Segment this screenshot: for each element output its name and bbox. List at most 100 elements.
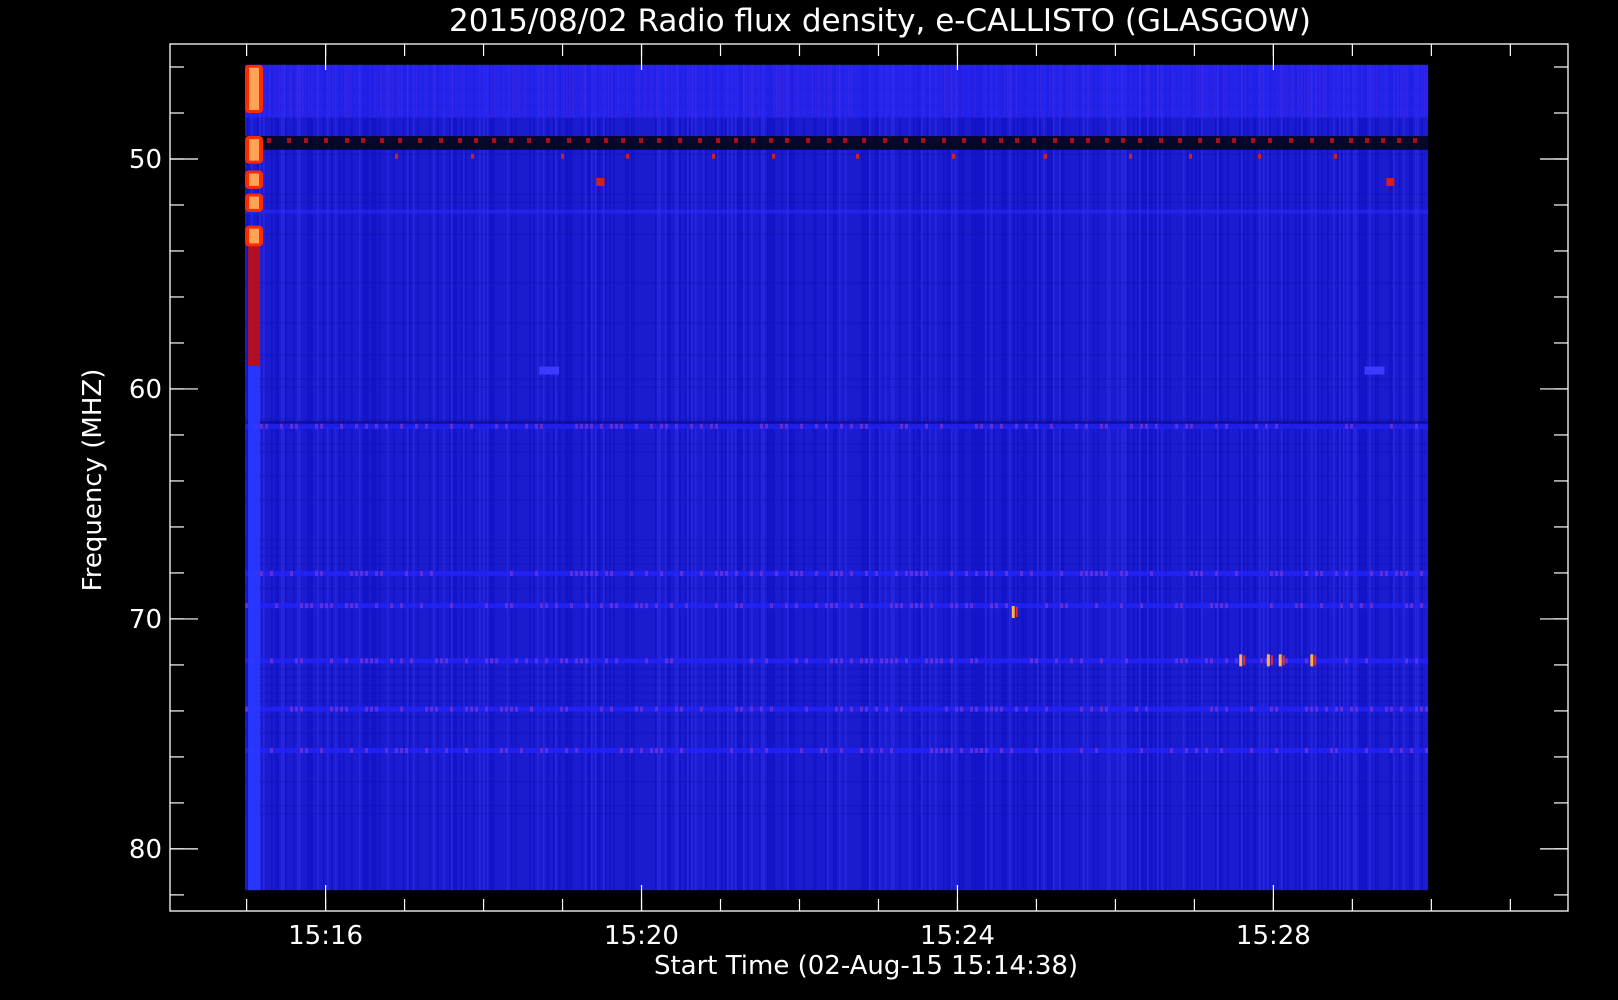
- noise-column: [627, 64, 629, 891]
- noise-column: [473, 64, 475, 891]
- rfi-dash: [860, 603, 864, 609]
- noise-column: [277, 64, 279, 891]
- noise-column: [1363, 64, 1365, 891]
- noise-row: [245, 668, 1429, 670]
- noise-row: [245, 700, 1429, 702]
- noise-row: [245, 547, 1429, 549]
- noise-column: [483, 64, 485, 891]
- noise-column: [1021, 64, 1023, 891]
- noise-column: [979, 64, 981, 891]
- spike: [1011, 606, 1015, 619]
- rfi-dash: [410, 658, 414, 664]
- rfi-dash: [1400, 748, 1404, 754]
- rfi-dash: [880, 658, 884, 664]
- noise-column: [1143, 64, 1145, 891]
- upper-band-stripe: [344, 64, 346, 118]
- rfi-dash: [1350, 603, 1354, 609]
- upper-band-stripe: [1214, 64, 1216, 118]
- noise-column: [1005, 64, 1007, 891]
- rfi-dash: [990, 706, 994, 712]
- dark-band-dash: [304, 137, 309, 143]
- dark-band-dash: [639, 137, 644, 143]
- rfi-dash: [1370, 603, 1374, 609]
- rfi-dash: [935, 748, 939, 754]
- rfi-dash: [320, 570, 324, 576]
- noise-column: [973, 64, 975, 891]
- upper-band-stripe: [815, 64, 817, 118]
- rfi-dash: [740, 706, 744, 712]
- dark-band-dash: [769, 137, 774, 143]
- upper-band-stripe: [788, 64, 790, 118]
- rfi-dash: [1100, 706, 1104, 712]
- rfi-dash: [795, 603, 799, 609]
- rfi-dash: [1080, 570, 1084, 576]
- upper-band-stripe: [1292, 64, 1294, 118]
- rfi-dash: [270, 658, 274, 664]
- noise-column: [463, 64, 465, 891]
- upper-band-stripe: [776, 64, 778, 118]
- rfi-dash: [1370, 706, 1374, 712]
- upper-band-stripe: [1370, 64, 1372, 118]
- x-tick-label: 15:28: [1236, 921, 1311, 951]
- rfi-dash: [365, 706, 369, 712]
- noise-column: [511, 64, 513, 891]
- rfi-dash: [345, 658, 349, 664]
- rfi-dash: [675, 423, 679, 429]
- rfi-dash: [575, 658, 579, 664]
- rfi-dash: [785, 603, 789, 609]
- noise-column: [1059, 64, 1061, 891]
- upper-band-stripe: [1061, 64, 1063, 118]
- rfi-dash: [1305, 706, 1309, 712]
- noise-column: [715, 64, 717, 891]
- noise-column: [571, 64, 573, 891]
- noise-column: [1121, 64, 1123, 891]
- rfi-dash: [545, 658, 549, 664]
- rfi-dash: [580, 658, 584, 664]
- rfi-dash: [420, 570, 424, 576]
- dark-band-dash: [1198, 137, 1203, 143]
- rfi-dash: [750, 748, 754, 754]
- rfi-dash: [475, 706, 479, 712]
- rfi-dash: [1155, 423, 1159, 429]
- rfi-dash: [875, 706, 879, 712]
- noise-column: [731, 64, 733, 891]
- rfi-dash: [1295, 603, 1299, 609]
- rfi-dash: [840, 748, 844, 754]
- upper-band-stripe: [1298, 64, 1300, 118]
- rfi-dash: [840, 423, 844, 429]
- upper-band-stripe: [692, 64, 694, 118]
- rfi-dash: [605, 570, 609, 576]
- rfi-dash: [1030, 570, 1034, 576]
- upper-band-stripe: [752, 64, 754, 118]
- noise-column: [555, 64, 557, 891]
- rfi-dash: [1190, 570, 1194, 576]
- rfi-dash: [930, 603, 934, 609]
- noise-column: [529, 64, 531, 891]
- burst-blue-tail: [248, 365, 261, 891]
- rfi-dash: [1355, 706, 1359, 712]
- rfi-dash: [885, 658, 889, 664]
- upper-band-stripe: [311, 64, 313, 118]
- upper-band-stripe: [302, 64, 304, 118]
- noise-column: [293, 64, 295, 891]
- upper-band-stripe: [635, 64, 637, 118]
- rfi-dash: [1365, 748, 1369, 754]
- rfi-dash: [600, 603, 604, 609]
- upper-band-stripe: [773, 64, 775, 118]
- rfi-dash: [1135, 706, 1139, 712]
- rfi-dash: [1280, 570, 1284, 576]
- noise-column: [955, 64, 957, 891]
- noise-column: [533, 64, 535, 891]
- noise-column: [1139, 64, 1141, 891]
- rfi-dash: [505, 603, 509, 609]
- rfi-dash: [495, 658, 499, 664]
- rfi-dash: [1105, 423, 1109, 429]
- dark-band-dash: [398, 137, 403, 143]
- noise-column: [773, 64, 775, 891]
- noise-column: [493, 64, 495, 891]
- rfi-dash: [1085, 423, 1089, 429]
- upper-band-stripe: [665, 64, 667, 118]
- noise-column: [959, 64, 961, 891]
- rfi-dash: [375, 658, 379, 664]
- red-speck: [561, 153, 565, 159]
